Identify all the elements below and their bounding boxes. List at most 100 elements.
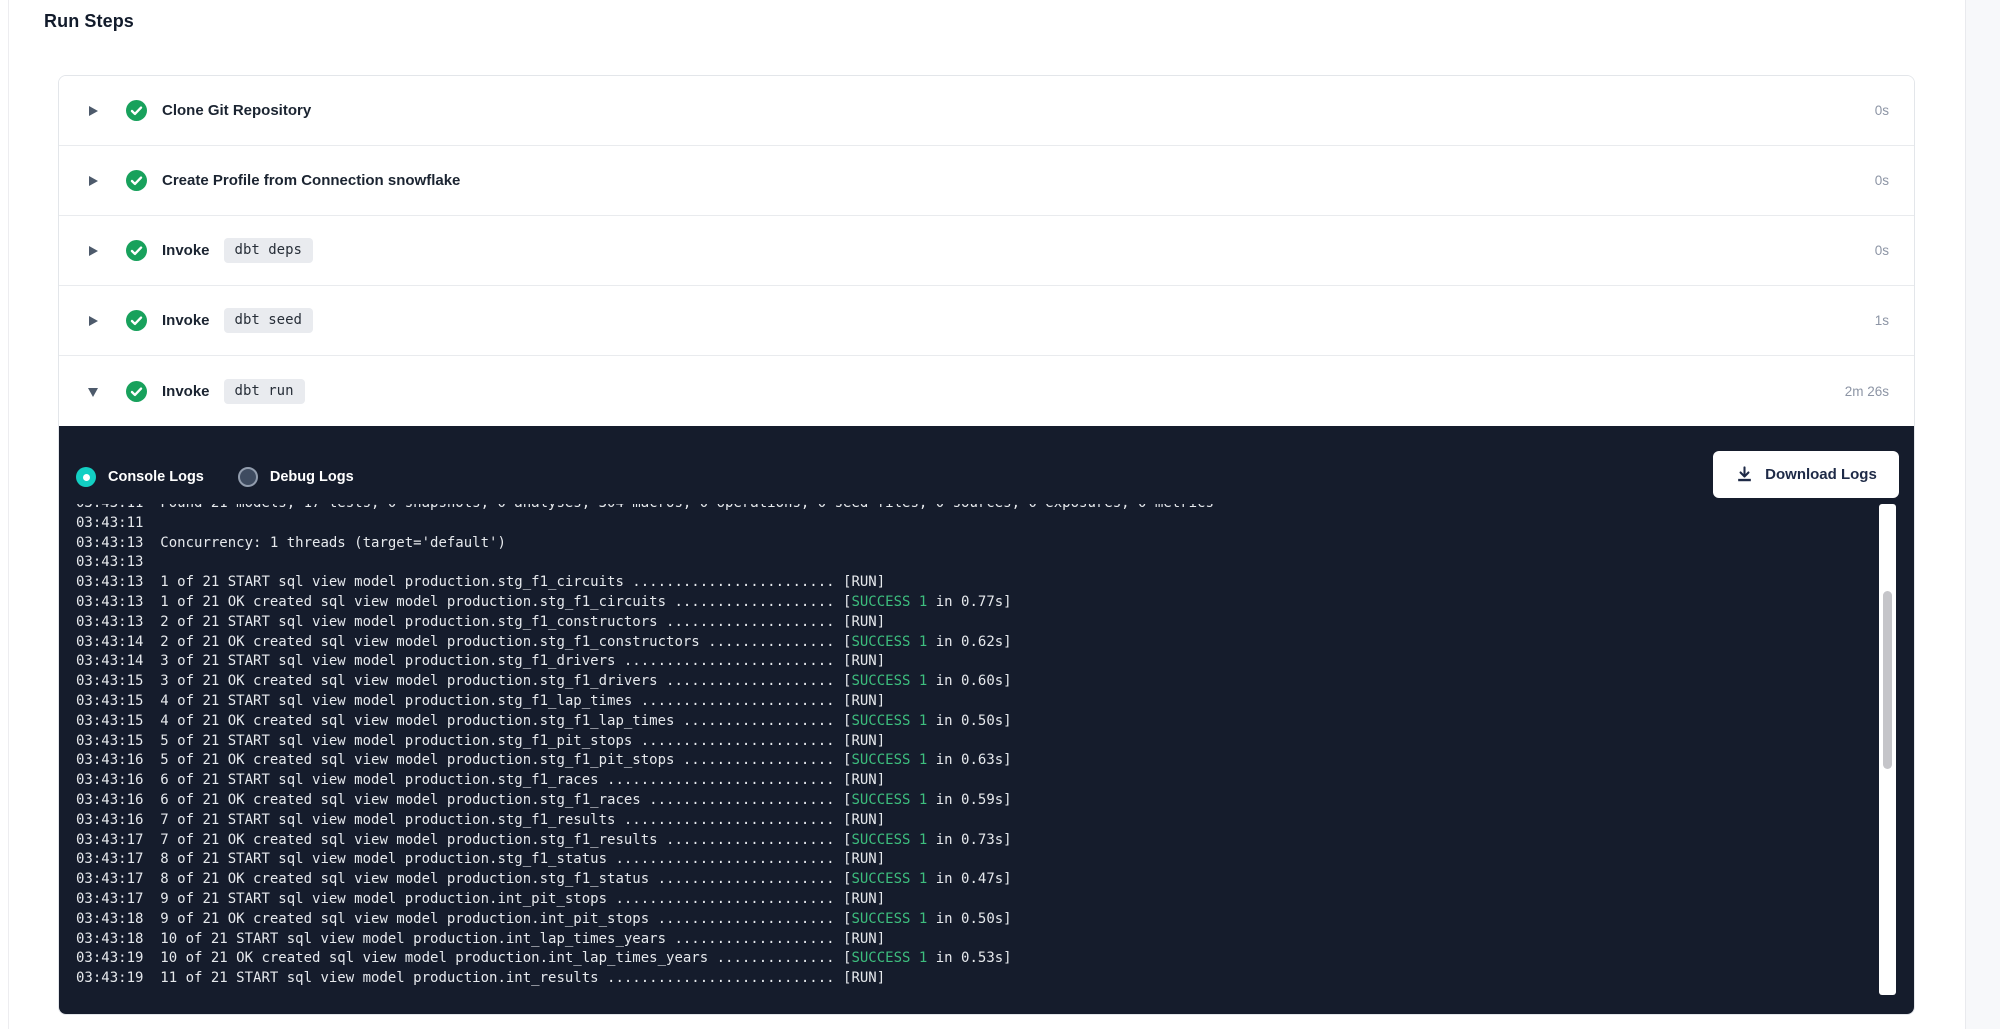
log-line: 03:43:15 3 of 21 OK created sql view mod…: [76, 672, 1914, 692]
log-text: in 0.73s]: [927, 832, 1011, 848]
log-success-text: SUCCESS 1: [851, 673, 927, 689]
step-label: Create Profile from Connection snowflake: [162, 172, 460, 189]
log-line: 03:43:13: [76, 553, 1914, 573]
log-text: 5 of 21 START sql view model production.…: [160, 733, 885, 749]
radio-unselected-icon[interactable]: [238, 467, 258, 487]
step-label: Invoke: [162, 242, 210, 259]
log-text: 10 of 21 START sql view model production…: [160, 931, 885, 947]
step-row[interactable]: Invokedbt run2m 26s: [59, 356, 1914, 426]
log-timestamp: 03:43:15: [76, 693, 160, 709]
chevron-right-icon[interactable]: [89, 105, 98, 117]
log-text: 10 of 21 OK created sql view model produ…: [160, 950, 851, 966]
log-timestamp: 03:43:13: [76, 535, 160, 551]
log-text: 2 of 21 OK created sql view model produc…: [160, 634, 851, 650]
log-success-text: SUCCESS 1: [851, 832, 927, 848]
log-line: 03:43:17 8 of 21 OK created sql view mod…: [76, 870, 1914, 890]
log-text: 6 of 21 OK created sql view model produc…: [160, 792, 851, 808]
page: Run Steps Clone Git Repository0sCreate P…: [0, 0, 2000, 1029]
log-panel: Console Logs Debug Logs Download Logs 03…: [59, 426, 1914, 1014]
step-row[interactable]: Invokedbt deps0s: [59, 216, 1914, 286]
step-row[interactable]: Create Profile from Connection snowflake…: [59, 146, 1914, 216]
step-row[interactable]: Clone Git Repository 0s: [59, 76, 1914, 146]
log-text: 1 of 21 OK created sql view model produc…: [160, 594, 851, 610]
log-timestamp: 03:43:18: [76, 931, 160, 947]
debug-logs-label: Debug Logs: [270, 469, 354, 485]
radio-selected-icon[interactable]: [76, 467, 96, 487]
log-line: 03:43:15 5 of 21 START sql view model pr…: [76, 732, 1914, 752]
log-timestamp: 03:43:13: [76, 594, 160, 610]
download-logs-button[interactable]: Download Logs: [1713, 451, 1899, 498]
log-text: 9 of 21 START sql view model production.…: [160, 891, 885, 907]
log-line: 03:43:15 4 of 21 OK created sql view mod…: [76, 712, 1914, 732]
step-duration: 0s: [1875, 173, 1914, 188]
debug-logs-radio[interactable]: Debug Logs: [238, 467, 354, 487]
log-text: 8 of 21 START sql view model production.…: [160, 851, 885, 867]
chevron-right-icon[interactable]: [89, 315, 98, 327]
download-icon: [1735, 465, 1754, 484]
chevron-down-icon[interactable]: [89, 385, 98, 397]
log-timestamp: 03:43:14: [76, 634, 160, 650]
log-timestamp: 03:43:17: [76, 832, 160, 848]
step-label: Clone Git Repository: [162, 102, 311, 119]
log-scrollbar-thumb[interactable]: [1883, 591, 1892, 769]
log-viewport[interactable]: 03:43:11 Found 21 models, 17 tests, 0 sn…: [59, 504, 1914, 1014]
console-logs-radio[interactable]: Console Logs: [76, 467, 204, 487]
log-success-text: SUCCESS 1: [851, 911, 927, 927]
step-label: Invoke: [162, 312, 210, 329]
log-timestamp: 03:43:18: [76, 911, 160, 927]
page-background-strip: [1965, 0, 2000, 1029]
log-content: 03:43:11 Found 21 models, 17 tests, 0 sn…: [59, 504, 1914, 989]
step-duration: 2m 26s: [1845, 384, 1914, 399]
log-line: 03:43:16 6 of 21 START sql view model pr…: [76, 771, 1914, 791]
log-line: 03:43:19 10 of 21 OK created sql view mo…: [76, 949, 1914, 969]
log-text: 5 of 21 OK created sql view model produc…: [160, 752, 851, 768]
log-text: 1 of 21 START sql view model production.…: [160, 574, 885, 590]
log-text: in 0.50s]: [927, 713, 1011, 729]
step-duration: 0s: [1875, 103, 1914, 118]
command-chip: dbt seed: [224, 308, 313, 333]
log-line: 03:43:14 3 of 21 START sql view model pr…: [76, 652, 1914, 672]
log-line: 03:43:13 1 of 21 START sql view model pr…: [76, 573, 1914, 593]
log-text: 7 of 21 START sql view model production.…: [160, 812, 885, 828]
log-line: 03:43:13 Concurrency: 1 threads (target=…: [76, 534, 1914, 554]
log-text: 6 of 21 START sql view model production.…: [160, 772, 885, 788]
log-timestamp: 03:43:17: [76, 891, 160, 907]
log-timestamp: 03:43:16: [76, 792, 160, 808]
log-success-text: SUCCESS 1: [851, 713, 927, 729]
log-success-text: SUCCESS 1: [851, 792, 927, 808]
log-timestamp: 03:43:11: [76, 504, 160, 511]
chevron-right-icon[interactable]: [89, 245, 98, 257]
chevron-right-icon[interactable]: [89, 175, 98, 187]
log-text: in 0.77s]: [927, 594, 1011, 610]
log-line: 03:43:17 9 of 21 START sql view model pr…: [76, 890, 1914, 910]
log-timestamp: 03:43:15: [76, 673, 160, 689]
log-type-radio-group: Console Logs Debug Logs: [76, 467, 354, 487]
log-line: 03:43:18 10 of 21 START sql view model p…: [76, 930, 1914, 950]
log-timestamp: 03:43:13: [76, 574, 160, 590]
log-line: 03:43:11: [76, 514, 1914, 534]
page-left-divider: [8, 0, 9, 1029]
log-success-text: SUCCESS 1: [851, 594, 927, 610]
log-text: in 0.59s]: [927, 792, 1011, 808]
log-success-text: SUCCESS 1: [851, 634, 927, 650]
log-text: in 0.60s]: [927, 673, 1011, 689]
log-line: 03:43:18 9 of 21 OK created sql view mod…: [76, 910, 1914, 930]
status-check-icon: [126, 310, 147, 331]
log-success-text: SUCCESS 1: [851, 871, 927, 887]
log-scrollbar[interactable]: [1879, 504, 1896, 995]
log-text: in 0.62s]: [927, 634, 1011, 650]
log-line: 03:43:15 4 of 21 START sql view model pr…: [76, 692, 1914, 712]
log-timestamp: 03:43:13: [76, 554, 143, 570]
log-line: 03:43:16 6 of 21 OK created sql view mod…: [76, 791, 1914, 811]
log-text: 4 of 21 START sql view model production.…: [160, 693, 885, 709]
step-label: Invoke: [162, 383, 210, 400]
status-check-icon: [126, 381, 147, 402]
page-title: Run Steps: [44, 11, 134, 32]
log-text: 9 of 21 OK created sql view model produc…: [160, 911, 851, 927]
log-timestamp: 03:43:16: [76, 752, 160, 768]
step-row[interactable]: Invokedbt seed1s: [59, 286, 1914, 356]
log-line: 03:43:16 5 of 21 OK created sql view mod…: [76, 751, 1914, 771]
log-text: 11 of 21 START sql view model production…: [160, 970, 885, 986]
steps-rows: Clone Git Repository0sCreate Profile fro…: [59, 76, 1914, 426]
log-line: 03:43:17 7 of 21 OK created sql view mod…: [76, 831, 1914, 851]
